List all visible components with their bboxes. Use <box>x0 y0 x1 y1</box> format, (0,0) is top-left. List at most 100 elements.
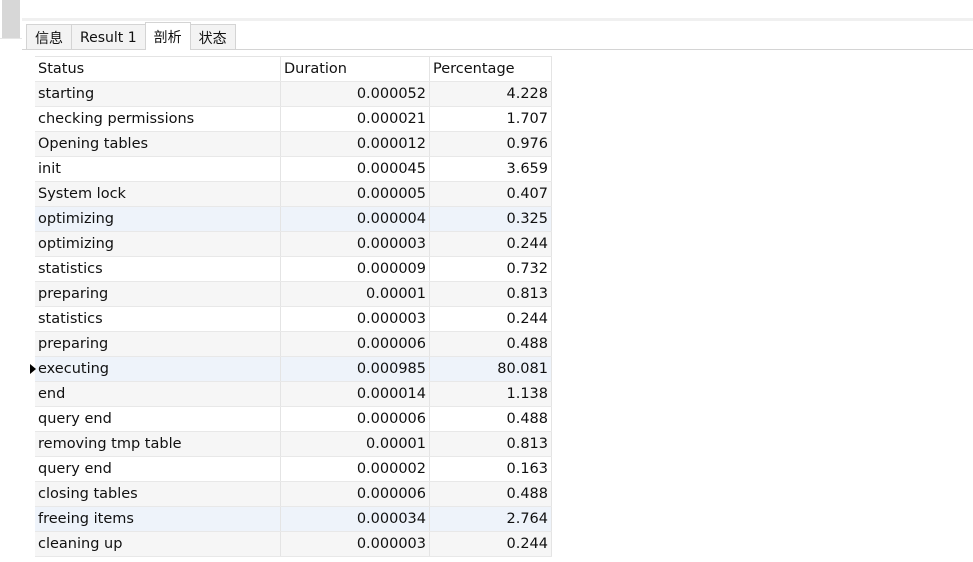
cell-percentage[interactable]: 0.244 <box>429 306 552 332</box>
cell-duration[interactable]: 0.000021 <box>280 106 430 132</box>
cell-status[interactable]: query end <box>35 456 281 482</box>
table-row[interactable]: closing tables 0.000006 0.488 <box>28 481 552 507</box>
cell-duration[interactable]: 0.000009 <box>280 256 430 282</box>
cell-status[interactable]: query end <box>35 406 281 432</box>
cell-percentage[interactable]: 80.081 <box>429 356 552 382</box>
cell-status[interactable]: optimizing <box>35 206 281 232</box>
cell-duration[interactable]: 0.000045 <box>280 156 430 182</box>
table-row[interactable]: optimizing 0.000004 0.325 <box>28 206 552 232</box>
cell-status[interactable]: closing tables <box>35 481 281 507</box>
cell-percentage[interactable]: 0.813 <box>429 281 552 307</box>
table-row[interactable]: checking permissions 0.000021 1.707 <box>28 106 552 132</box>
profile-table: Status Duration Percentage starting 0.000… <box>28 56 552 557</box>
cell-duration[interactable]: 0.000005 <box>280 181 430 207</box>
top-divider <box>22 18 973 21</box>
cell-percentage[interactable]: 1.138 <box>429 381 552 407</box>
cell-status[interactable]: freeing items <box>35 506 281 532</box>
cell-percentage[interactable]: 0.488 <box>429 406 552 432</box>
table-row[interactable]: end 0.000014 1.138 <box>28 381 552 407</box>
cell-duration[interactable]: 0.000003 <box>280 231 430 257</box>
cell-duration[interactable]: 0.000006 <box>280 481 430 507</box>
cell-duration[interactable]: 0.000034 <box>280 506 430 532</box>
cell-percentage[interactable]: 0.813 <box>429 431 552 457</box>
cell-status[interactable]: Opening tables <box>35 131 281 157</box>
table-row[interactable]: statistics 0.000003 0.244 <box>28 306 552 332</box>
row-indicator <box>28 157 35 182</box>
cell-duration[interactable]: 0.000003 <box>280 531 430 557</box>
table-row[interactable]: executing 0.000985 80.081 <box>28 356 552 382</box>
cell-percentage[interactable]: 1.707 <box>429 106 552 132</box>
cell-status[interactable]: starting <box>35 81 281 107</box>
cell-status[interactable]: executing <box>35 356 281 382</box>
cell-status[interactable]: removing tmp table <box>35 431 281 457</box>
cell-duration[interactable]: 0.000012 <box>280 131 430 157</box>
column-header-percentage[interactable]: Percentage <box>429 56 552 82</box>
cell-duration[interactable]: 0.000003 <box>280 306 430 332</box>
cell-duration[interactable]: 0.000985 <box>280 356 430 382</box>
table-row[interactable]: freeing items 0.000034 2.764 <box>28 506 552 532</box>
table-row[interactable]: starting 0.000052 4.228 <box>28 81 552 107</box>
cell-status[interactable]: System lock <box>35 181 281 207</box>
cell-status[interactable]: statistics <box>35 256 281 282</box>
table-row[interactable]: System lock 0.000005 0.407 <box>28 181 552 207</box>
row-indicator <box>28 82 35 107</box>
tab-status[interactable]: 状态 <box>189 24 236 50</box>
cell-percentage[interactable]: 4.228 <box>429 81 552 107</box>
row-indicator <box>28 382 35 407</box>
cell-duration[interactable]: 0.000052 <box>280 81 430 107</box>
top-band <box>22 0 973 18</box>
cell-status[interactable]: checking permissions <box>35 106 281 132</box>
column-header-duration[interactable]: Duration <box>280 56 430 82</box>
cell-status[interactable]: statistics <box>35 306 281 332</box>
tab-profile[interactable]: 剖析 <box>144 22 191 50</box>
cell-status[interactable]: end <box>35 381 281 407</box>
row-indicator <box>28 282 35 307</box>
cell-status[interactable]: optimizing <box>35 231 281 257</box>
cell-percentage[interactable]: 0.325 <box>429 206 552 232</box>
row-indicator <box>28 407 35 432</box>
column-header-status[interactable]: Status <box>35 56 281 82</box>
current-row-arrow-icon <box>30 363 36 374</box>
cell-percentage[interactable]: 0.244 <box>429 531 552 557</box>
tab-result-1[interactable]: Result 1 <box>71 24 146 50</box>
cell-percentage[interactable]: 2.764 <box>429 506 552 532</box>
cell-percentage[interactable]: 0.407 <box>429 181 552 207</box>
row-indicator <box>28 507 35 532</box>
cell-percentage[interactable]: 0.488 <box>429 481 552 507</box>
profile-grid: Status Duration Percentage starting 0.000… <box>28 56 552 557</box>
row-indicator <box>28 482 35 507</box>
table-row[interactable]: optimizing 0.000003 0.244 <box>28 231 552 257</box>
cell-status[interactable]: init <box>35 156 281 182</box>
scrollbar-thumb[interactable] <box>2 0 20 38</box>
table-row[interactable]: Opening tables 0.000012 0.976 <box>28 131 552 157</box>
cell-status[interactable]: preparing <box>35 331 281 357</box>
row-indicator <box>28 332 35 357</box>
cell-status[interactable]: preparing <box>35 281 281 307</box>
row-indicator <box>28 257 35 282</box>
table-row[interactable]: removing tmp table 0.00001 0.813 <box>28 431 552 457</box>
cell-percentage[interactable]: 0.976 <box>429 131 552 157</box>
cell-percentage[interactable]: 0.488 <box>429 331 552 357</box>
cell-duration[interactable]: 0.000006 <box>280 331 430 357</box>
cell-duration[interactable]: 0.000014 <box>280 381 430 407</box>
tab-info[interactable]: 信息 <box>26 24 72 50</box>
table-row[interactable]: cleaning up 0.000003 0.244 <box>28 531 552 557</box>
cell-duration[interactable]: 0.00001 <box>280 281 430 307</box>
table-row[interactable]: preparing 0.00001 0.813 <box>28 281 552 307</box>
table-row[interactable]: query end 0.000006 0.488 <box>28 406 552 432</box>
row-indicator <box>28 132 35 157</box>
cell-duration[interactable]: 0.000006 <box>280 406 430 432</box>
cell-status[interactable]: cleaning up <box>35 531 281 557</box>
cell-percentage[interactable]: 0.244 <box>429 231 552 257</box>
cell-percentage[interactable]: 0.732 <box>429 256 552 282</box>
cell-percentage[interactable]: 0.163 <box>429 456 552 482</box>
cell-duration[interactable]: 0.000002 <box>280 456 430 482</box>
table-row[interactable]: statistics 0.000009 0.732 <box>28 256 552 282</box>
table-row[interactable]: init 0.000045 3.659 <box>28 156 552 182</box>
divider <box>0 38 22 39</box>
cell-duration[interactable]: 0.000004 <box>280 206 430 232</box>
cell-duration[interactable]: 0.00001 <box>280 431 430 457</box>
cell-percentage[interactable]: 3.659 <box>429 156 552 182</box>
table-row[interactable]: preparing 0.000006 0.488 <box>28 331 552 357</box>
table-row[interactable]: query end 0.000002 0.163 <box>28 456 552 482</box>
